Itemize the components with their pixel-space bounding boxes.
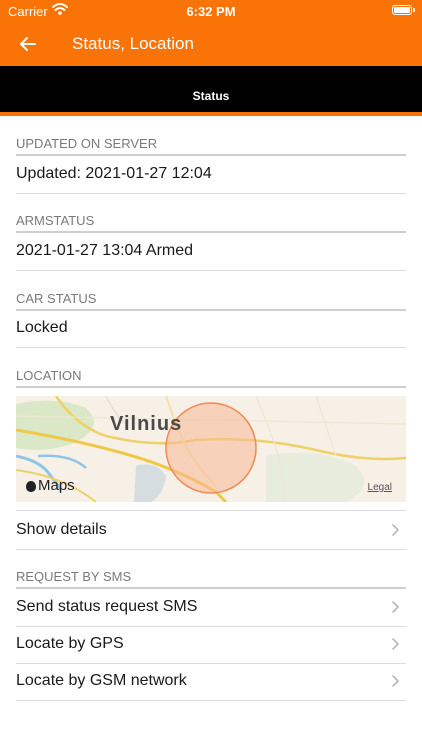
divider <box>16 510 406 511</box>
list-item-label: Locate by GSM network <box>16 672 187 689</box>
show-details-label: Show details <box>16 521 107 538</box>
updated-row: Updated: 2021-01-27 12:04 <box>16 156 406 194</box>
tab-status[interactable]: Status <box>0 89 422 103</box>
chevron-right-icon <box>392 601 399 613</box>
section-header-sms: REQUEST BY SMS <box>16 565 406 589</box>
car-status-row: Locked <box>16 310 406 348</box>
locate-gps-row[interactable]: Locate by GPS <box>16 626 406 664</box>
section-header-label: ARMSTATUS <box>16 213 95 228</box>
section-header-location: LOCATION <box>16 364 406 388</box>
list-item-label: Locate by GPS <box>16 635 124 652</box>
maps-brand-label: Maps <box>38 477 75 494</box>
locate-gsm-row[interactable]: Locate by GSM network <box>16 663 406 701</box>
legal-link[interactable]: Legal <box>368 482 392 493</box>
send-status-sms-row[interactable]: Send status request SMS <box>16 589 406 627</box>
back-button[interactable] <box>16 32 40 56</box>
tab-indicator <box>0 112 422 116</box>
chevron-right-icon <box>392 675 399 687</box>
page-title: Status, Location <box>72 34 194 53</box>
tab-bar: Status <box>0 66 422 112</box>
clock: 6:32 PM <box>186 4 236 19</box>
map-city-label: Vilnius <box>110 413 183 435</box>
apple-logo-icon <box>26 481 36 492</box>
arrow-left-icon <box>20 37 36 51</box>
location-map[interactable]: Vilnius Maps Legal <box>16 396 406 502</box>
updated-value: Updated: 2021-01-27 12:04 <box>16 165 212 182</box>
armstatus-row: 2021-01-27 13:04 Armed <box>16 233 406 271</box>
battery-icon <box>392 5 415 15</box>
section-header-car-status: CAR STATUS <box>16 287 406 311</box>
status-bar: Carrier 6:32 PM <box>0 0 422 22</box>
section-header-label: UPDATED ON SERVER <box>16 136 158 151</box>
show-details-row[interactable]: Show details <box>16 512 406 550</box>
armstatus-value: 2021-01-27 13:04 Armed <box>16 242 194 259</box>
chevron-right-icon <box>392 524 399 536</box>
section-header-updated: UPDATED ON SERVER <box>16 132 406 156</box>
section-header-label: CAR STATUS <box>16 291 97 306</box>
list-item-label: Send status request SMS <box>16 598 198 615</box>
chevron-right-icon <box>392 638 399 650</box>
car-status-value: Locked <box>16 319 68 336</box>
section-header-armstatus: ARMSTATUS <box>16 209 406 233</box>
section-header-label: REQUEST BY SMS <box>16 569 132 584</box>
section-header-label: LOCATION <box>16 368 82 383</box>
navigation-bar: Status, Location <box>0 22 422 66</box>
